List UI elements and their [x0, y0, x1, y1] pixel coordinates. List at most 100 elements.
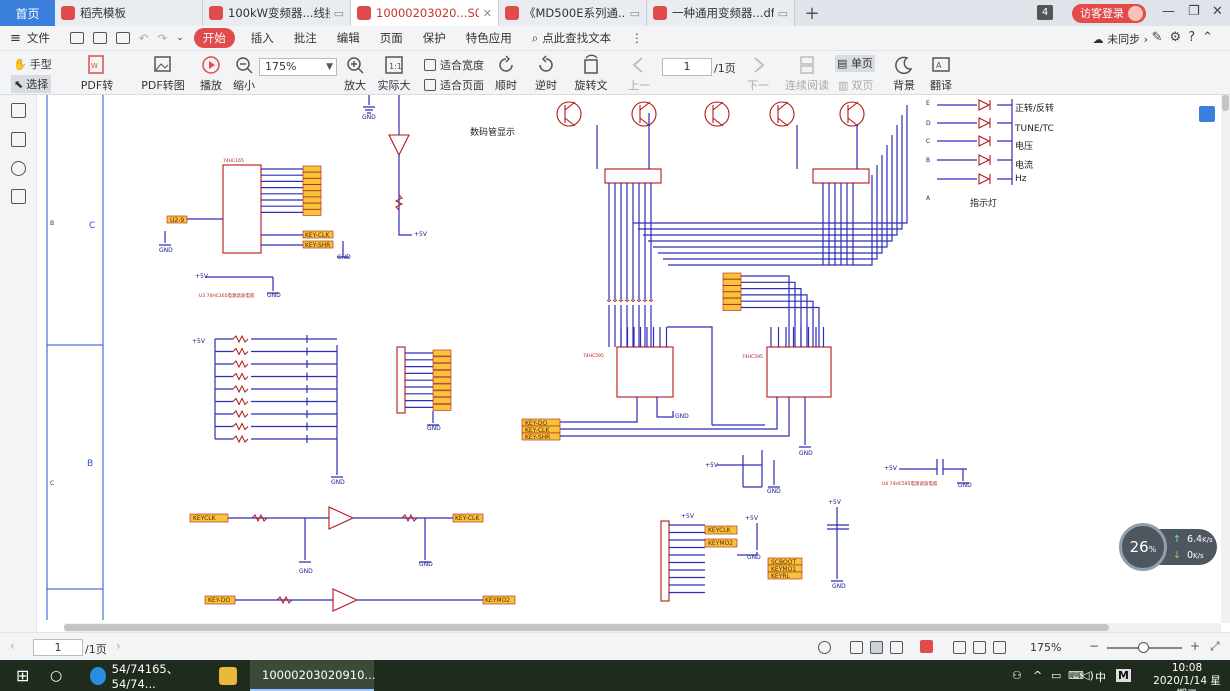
zoom-plus-icon[interactable]: + — [1190, 639, 1200, 653]
gnd-label: GND — [747, 554, 761, 561]
minimize-icon[interactable]: — — [1162, 4, 1175, 19]
save-icon[interactable] — [92, 32, 107, 44]
guest-login-button[interactable]: 访客登录 — [1072, 4, 1146, 23]
menu-right-icons[interactable]: ✎⚙?⌃ — [1152, 30, 1220, 45]
hand-tool-button[interactable]: ✋ 手型 — [13, 56, 52, 72]
transistor — [556, 101, 582, 127]
monitor-icon[interactable]: ▭ — [334, 7, 344, 20]
taskbar-browser[interactable]: 54/74165、54/74... — [84, 660, 208, 691]
prev-page-icon[interactable]: ‹ — [10, 639, 15, 653]
single-view-icon[interactable] — [870, 641, 883, 654]
attachment-panel-icon[interactable] — [11, 189, 26, 204]
ime-mode-icon[interactable]: M — [1116, 669, 1131, 682]
floating-tool-icon[interactable] — [1199, 106, 1215, 122]
play-button[interactable]: 播放 — [198, 54, 224, 93]
windows-start-icon[interactable]: ⊞ — [10, 660, 40, 691]
menu-page[interactable]: 页面 — [380, 30, 403, 46]
taskbar-explorer[interactable] — [213, 660, 243, 691]
fit-icon[interactable] — [953, 641, 966, 654]
search-icon[interactable]: ○ — [44, 660, 74, 691]
vertical-scrollbar[interactable] — [1221, 95, 1230, 623]
tab-home[interactable]: 首页 — [0, 0, 55, 26]
sync-status[interactable]: ☁ 未同步 › — [1093, 31, 1148, 47]
search-icon[interactable]: ⌕ — [532, 31, 538, 46]
expand-icon[interactable]: ⤢ — [1210, 639, 1220, 654]
bookmark-panel-icon[interactable] — [11, 103, 26, 118]
network-monitor-widget[interactable]: ↑ 6.4K/s ↓ 0K/s 26% — [1119, 523, 1217, 571]
tab-docer[interactable]: 稻壳模板 — [55, 0, 203, 26]
undo-icon[interactable]: ↶ — [139, 31, 149, 45]
vertical-scroll-thumb[interactable] — [1222, 95, 1229, 111]
horizontal-scrollbar[interactable] — [64, 623, 1221, 632]
chevron-up-icon[interactable]: ^ — [1033, 669, 1042, 682]
monitor-icon[interactable]: ▭ — [778, 7, 788, 20]
tab-pdf-md500e[interactable]: 《MD500E系列通...010771.pdf ▭ — [499, 0, 647, 26]
zoom-select[interactable]: 175% ▼ — [259, 58, 337, 76]
status-zoom[interactable]: 175% — [1030, 641, 1061, 654]
close-window-icon[interactable]: ✕ — [1212, 4, 1223, 19]
status-page-input[interactable]: 1 — [33, 639, 83, 656]
menu-annotate[interactable]: 批注 — [294, 30, 317, 46]
single-page-label: 单页 — [850, 57, 873, 70]
redo-icon[interactable]: ↷ — [158, 31, 168, 45]
annotation-panel-icon[interactable] — [11, 161, 26, 176]
restore-icon[interactable]: ❐ — [1188, 4, 1200, 19]
led-letter-e: E — [926, 100, 930, 107]
continuous-read-button[interactable]: 连续阅读 — [785, 54, 829, 93]
net-keyrl-label: KEYRL — [771, 573, 791, 580]
menu-features[interactable]: 特色应用 — [466, 30, 512, 46]
new-tab-button[interactable]: + — [795, 0, 829, 26]
menu-insert[interactable]: 插入 — [251, 30, 274, 46]
menu-start[interactable]: 开始 — [193, 28, 235, 48]
net-flag — [302, 209, 322, 216]
translate-button[interactable]: A 翻译 — [926, 54, 956, 93]
background-button[interactable]: 背景 — [889, 54, 919, 93]
battery-icon[interactable]: ▭ — [1051, 669, 1061, 682]
play-icon[interactable] — [920, 640, 933, 653]
fullscreen-icon[interactable] — [993, 641, 1006, 654]
find-text[interactable]: 点此查找文本 — [542, 30, 611, 46]
net-flag — [722, 285, 742, 292]
print-icon[interactable] — [115, 32, 130, 44]
clock-date: 2020/1/14 星期二 — [1153, 675, 1221, 691]
indicator-label: 指示灯 — [970, 197, 997, 209]
volume-icon[interactable]: ◁) — [1081, 669, 1094, 682]
zoom-in-button[interactable]: 放大 — [343, 54, 367, 93]
menu-file[interactable]: 文件 — [27, 30, 50, 46]
tab-pdf-inverter[interactable]: 一种通用变频器...df（已加密） ▭ — [647, 0, 795, 26]
menu-edit[interactable]: 编辑 — [337, 30, 360, 46]
select-tool-button[interactable]: ⬉ 选择 — [11, 75, 52, 93]
zoom-out-button[interactable]: 缩小 — [232, 54, 256, 93]
single-page-button[interactable]: ▤ 单页 — [835, 55, 875, 72]
menu-icon[interactable]: ≡ — [10, 31, 21, 46]
person-icon[interactable]: ⚇ — [1012, 669, 1022, 682]
double-page-button[interactable]: ▥ 双页 — [838, 77, 873, 93]
more-icon[interactable]: ⋮ — [631, 31, 643, 45]
page-number-input[interactable]: 1 — [662, 58, 712, 76]
taskbar-wps[interactable]: 10000203020910... — [250, 660, 375, 691]
download-arrow-icon: ↓ — [1173, 550, 1181, 561]
eye-icon[interactable] — [818, 641, 831, 654]
menu-protect[interactable]: 保护 — [423, 30, 446, 46]
clock[interactable]: 10:08 2020/1/14 星期二 — [1152, 662, 1222, 691]
tab-pdf-keyboard[interactable]: 10000203020...S01 键盘板.PDF ✕ — [351, 0, 499, 26]
tab-pdf-100kw[interactable]: 100kW变频器...线接口）.pdf ▭ — [203, 0, 351, 26]
layout-icon[interactable] — [850, 641, 863, 654]
more-chevron-icon[interactable]: ⌄ — [176, 33, 184, 43]
document-canvas[interactable]: C B B C GND 74HC165 U2-9 KEY-CLK KEY-SHR… — [37, 95, 1230, 620]
open-icon[interactable] — [69, 32, 84, 44]
thumbnail-panel-icon[interactable] — [11, 132, 26, 147]
monitor-icon[interactable]: ▭ — [630, 7, 640, 20]
horizontal-scroll-thumb[interactable] — [64, 624, 1109, 631]
zoom-minus-icon[interactable]: − — [1089, 639, 1099, 653]
toolbar: ✋ 手型 ⬉ 选择 W PDF转Office PDF转图片 播放 缩小 175%… — [0, 51, 1230, 108]
next-page-icon[interactable]: › — [116, 639, 121, 653]
ime-indicator[interactable]: 中 — [1095, 669, 1106, 685]
fit-width-button[interactable]: 适合宽度 — [424, 57, 484, 73]
zoom-slider-knob[interactable] — [1138, 642, 1149, 653]
fit-page-button[interactable]: 适合页面 — [424, 77, 484, 93]
close-icon[interactable]: ✕ — [483, 7, 492, 20]
tab-count-badge[interactable]: 4 — [1037, 5, 1053, 20]
double-view-icon[interactable] — [890, 641, 903, 654]
rotate-icon[interactable] — [973, 641, 986, 654]
